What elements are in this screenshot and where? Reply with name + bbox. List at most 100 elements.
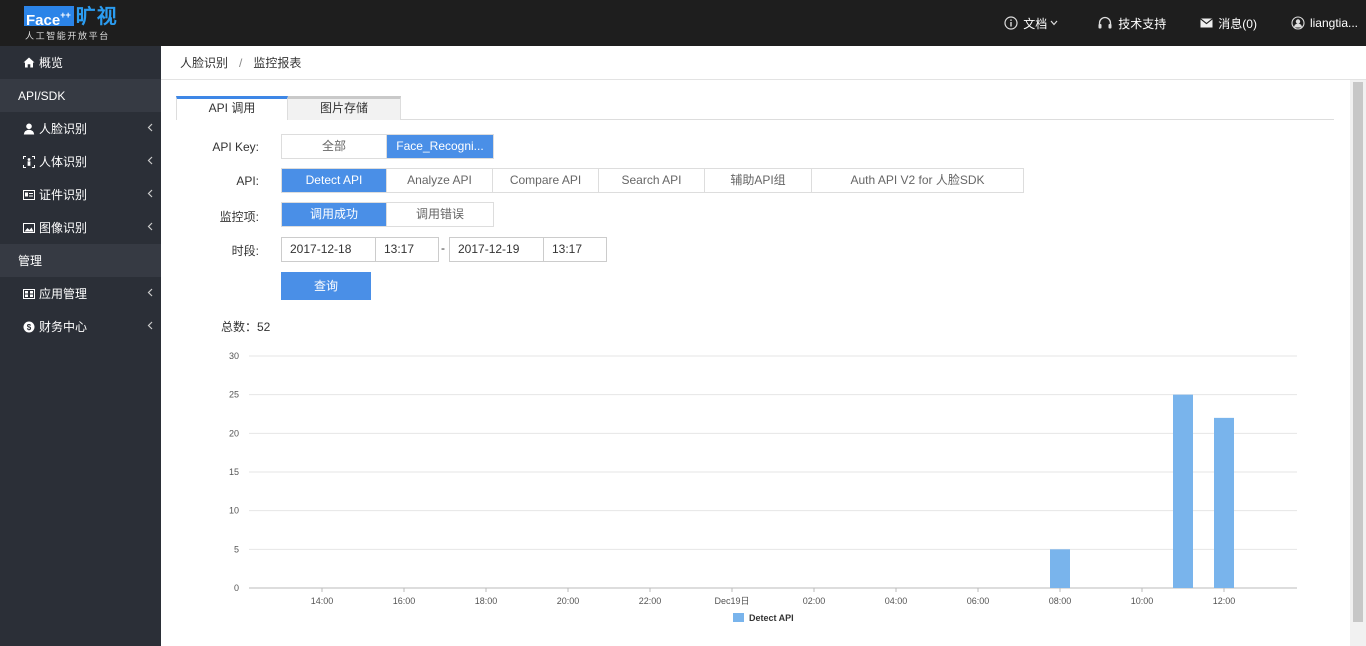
x-tick-label: 18:00 (475, 596, 498, 606)
y-tick-label: 25 (229, 390, 239, 400)
monitor-label: 监控项: (219, 210, 259, 224)
image-icon (23, 222, 35, 234)
apikey-selector: 全部 Face_Recogni... (281, 134, 494, 159)
docs-label: 文档 (1023, 16, 1048, 31)
chevron-left-icon (147, 189, 153, 198)
monitor-option-success[interactable]: 调用成功 (282, 203, 387, 226)
x-tick-label: 20:00 (557, 596, 580, 606)
sidebar-item-label: 应用管理 (39, 287, 88, 301)
api-option-auxiliary[interactable]: 辅助API组 (705, 169, 812, 192)
id-card-icon (23, 189, 35, 201)
x-tick-label: 14:00 (311, 596, 334, 606)
messages-label: 消息(0) (1218, 16, 1257, 31)
end-date-input[interactable]: 2017-12-19 (449, 237, 544, 262)
api-option-auth-sdk[interactable]: Auth API V2 for 人脸SDK (812, 169, 1023, 192)
chart-bar (1214, 417, 1234, 588)
user-menu[interactable]: liangtia... (1291, 16, 1358, 30)
monitor-option-error[interactable]: 调用错误 (387, 203, 493, 226)
x-tick-label: Dec19日 (714, 596, 749, 606)
tab-api-calls[interactable]: API 调用 (176, 96, 288, 120)
support-link[interactable]: 技术支持 (1097, 15, 1166, 32)
sidebar-item-overview[interactable]: 概览 (0, 46, 161, 79)
chevron-left-icon (147, 156, 153, 165)
sidebar-item-label: 人体识别 (39, 155, 88, 169)
breadcrumb: 人脸识别 / 监控报表 (161, 46, 1366, 80)
api-call-chart: 0 5 10 15 20 25 30 14:00 16:00 18:00 20:00 22:00 Dec… (229, 351, 1297, 623)
chevron-left-icon (147, 222, 153, 231)
envelope-icon (1200, 18, 1214, 28)
x-tick-label: 12:00 (1213, 596, 1236, 606)
sidebar-item-label: 证件识别 (39, 188, 88, 202)
docs-menu[interactable]: 文档 (1004, 15, 1063, 32)
messages-link[interactable]: 消息(0) (1200, 15, 1257, 32)
y-tick-label: 10 (229, 506, 239, 516)
sidebar-item-finance[interactable]: $ 财务中心 (0, 310, 161, 343)
breadcrumb-parent[interactable]: 人脸识别 (180, 54, 228, 71)
chevron-left-icon (147, 288, 153, 297)
sidebar-item-image[interactable]: 图像识别 (0, 211, 161, 244)
user-label: liangtia... (1309, 16, 1358, 30)
apikey-option-face-recognition[interactable]: Face_Recogni... (387, 135, 493, 158)
apikey-label: API Key: (212, 140, 259, 154)
x-tick-label: 06:00 (967, 596, 990, 606)
breadcrumb-current: 监控报表 (253, 56, 302, 70)
x-tick-label: 08:00 (1049, 596, 1072, 606)
breadcrumb-separator: / (239, 55, 243, 70)
start-date-input[interactable]: 2017-12-18 (281, 237, 376, 262)
logo-brand: 旷视 (75, 6, 118, 28)
period-dash: - (441, 241, 445, 255)
api-option-analyze[interactable]: Analyze API (387, 169, 493, 192)
api-label: API: (236, 174, 259, 188)
logo-face: Face++ (24, 6, 74, 29)
chevron-down-icon (1050, 20, 1058, 26)
tab-image-storage[interactable]: 图片存储 (288, 96, 401, 120)
x-tick-label: 10:00 (1131, 596, 1154, 606)
sidebar-item-apps[interactable]: 应用管理 (0, 277, 161, 310)
support-label: 技术支持 (1118, 16, 1167, 31)
sidebar-group-manage: 管理 (0, 244, 161, 277)
info-icon (1004, 16, 1018, 30)
person-icon (23, 123, 35, 135)
y-tick-label: 0 (234, 583, 239, 593)
y-tick-label: 5 (234, 544, 239, 554)
sidebar-item-id-card[interactable]: 证件识别 (0, 178, 161, 211)
body-scan-icon (23, 155, 35, 168)
sidebar-item-label: 图像识别 (39, 221, 88, 235)
coin-icon: $ (23, 321, 35, 333)
app-grid-icon (23, 288, 35, 300)
period-label: 时段: (231, 244, 259, 258)
scrollbar-thumb[interactable] (1353, 82, 1363, 622)
legend-swatch (733, 613, 744, 622)
y-tick-label: 20 (229, 428, 239, 438)
sidebar-item-face[interactable]: 人脸识别 (0, 112, 161, 145)
api-option-search[interactable]: Search API (599, 169, 705, 192)
y-tick-label: 30 (229, 351, 239, 361)
sidebar-item-body[interactable]: 人体识别 (0, 145, 161, 178)
api-option-detect[interactable]: Detect API (282, 169, 387, 192)
legend-label: Detect API (749, 613, 794, 623)
x-tick-label: 22:00 (639, 596, 662, 606)
start-time-input[interactable]: 13:17 (375, 237, 439, 262)
top-bar: Face++ 旷视 人工智能开放平台 文档 技术支持 消息(0) liangti… (0, 0, 1366, 46)
chart-bar (1050, 549, 1070, 588)
user-icon (1291, 16, 1305, 30)
x-tick-label: 04:00 (885, 596, 908, 606)
logo[interactable]: Face++ 旷视 人工智能开放平台 (24, 6, 124, 42)
x-tick-label: 02:00 (803, 596, 826, 606)
end-time-input[interactable]: 13:17 (543, 237, 607, 262)
chevron-left-icon (147, 321, 153, 330)
monitor-selector: 调用成功 调用错误 (281, 202, 494, 227)
chart-bar (1173, 394, 1193, 588)
home-icon (23, 57, 35, 69)
query-button[interactable]: 查询 (281, 272, 371, 300)
apikey-option-all[interactable]: 全部 (282, 135, 387, 158)
sidebar: 概览 API/SDK 人脸识别 人体识别 证件识别 图像识别 管理 应用管理 $… (0, 46, 161, 646)
api-option-compare[interactable]: Compare API (493, 169, 599, 192)
sidebar-item-label: 财务中心 (39, 320, 88, 334)
total-count: 总数：52 (221, 320, 271, 334)
headset-icon (1098, 16, 1112, 29)
main-content: 人脸识别 / 监控报表 API 调用 图片存储 API Key: 全部 Face… (161, 46, 1366, 646)
api-selector: Detect API Analyze API Compare API Searc… (281, 168, 1024, 193)
sidebar-item-label: 概览 (39, 56, 64, 70)
logo-subtitle: 人工智能开放平台 (25, 31, 110, 41)
